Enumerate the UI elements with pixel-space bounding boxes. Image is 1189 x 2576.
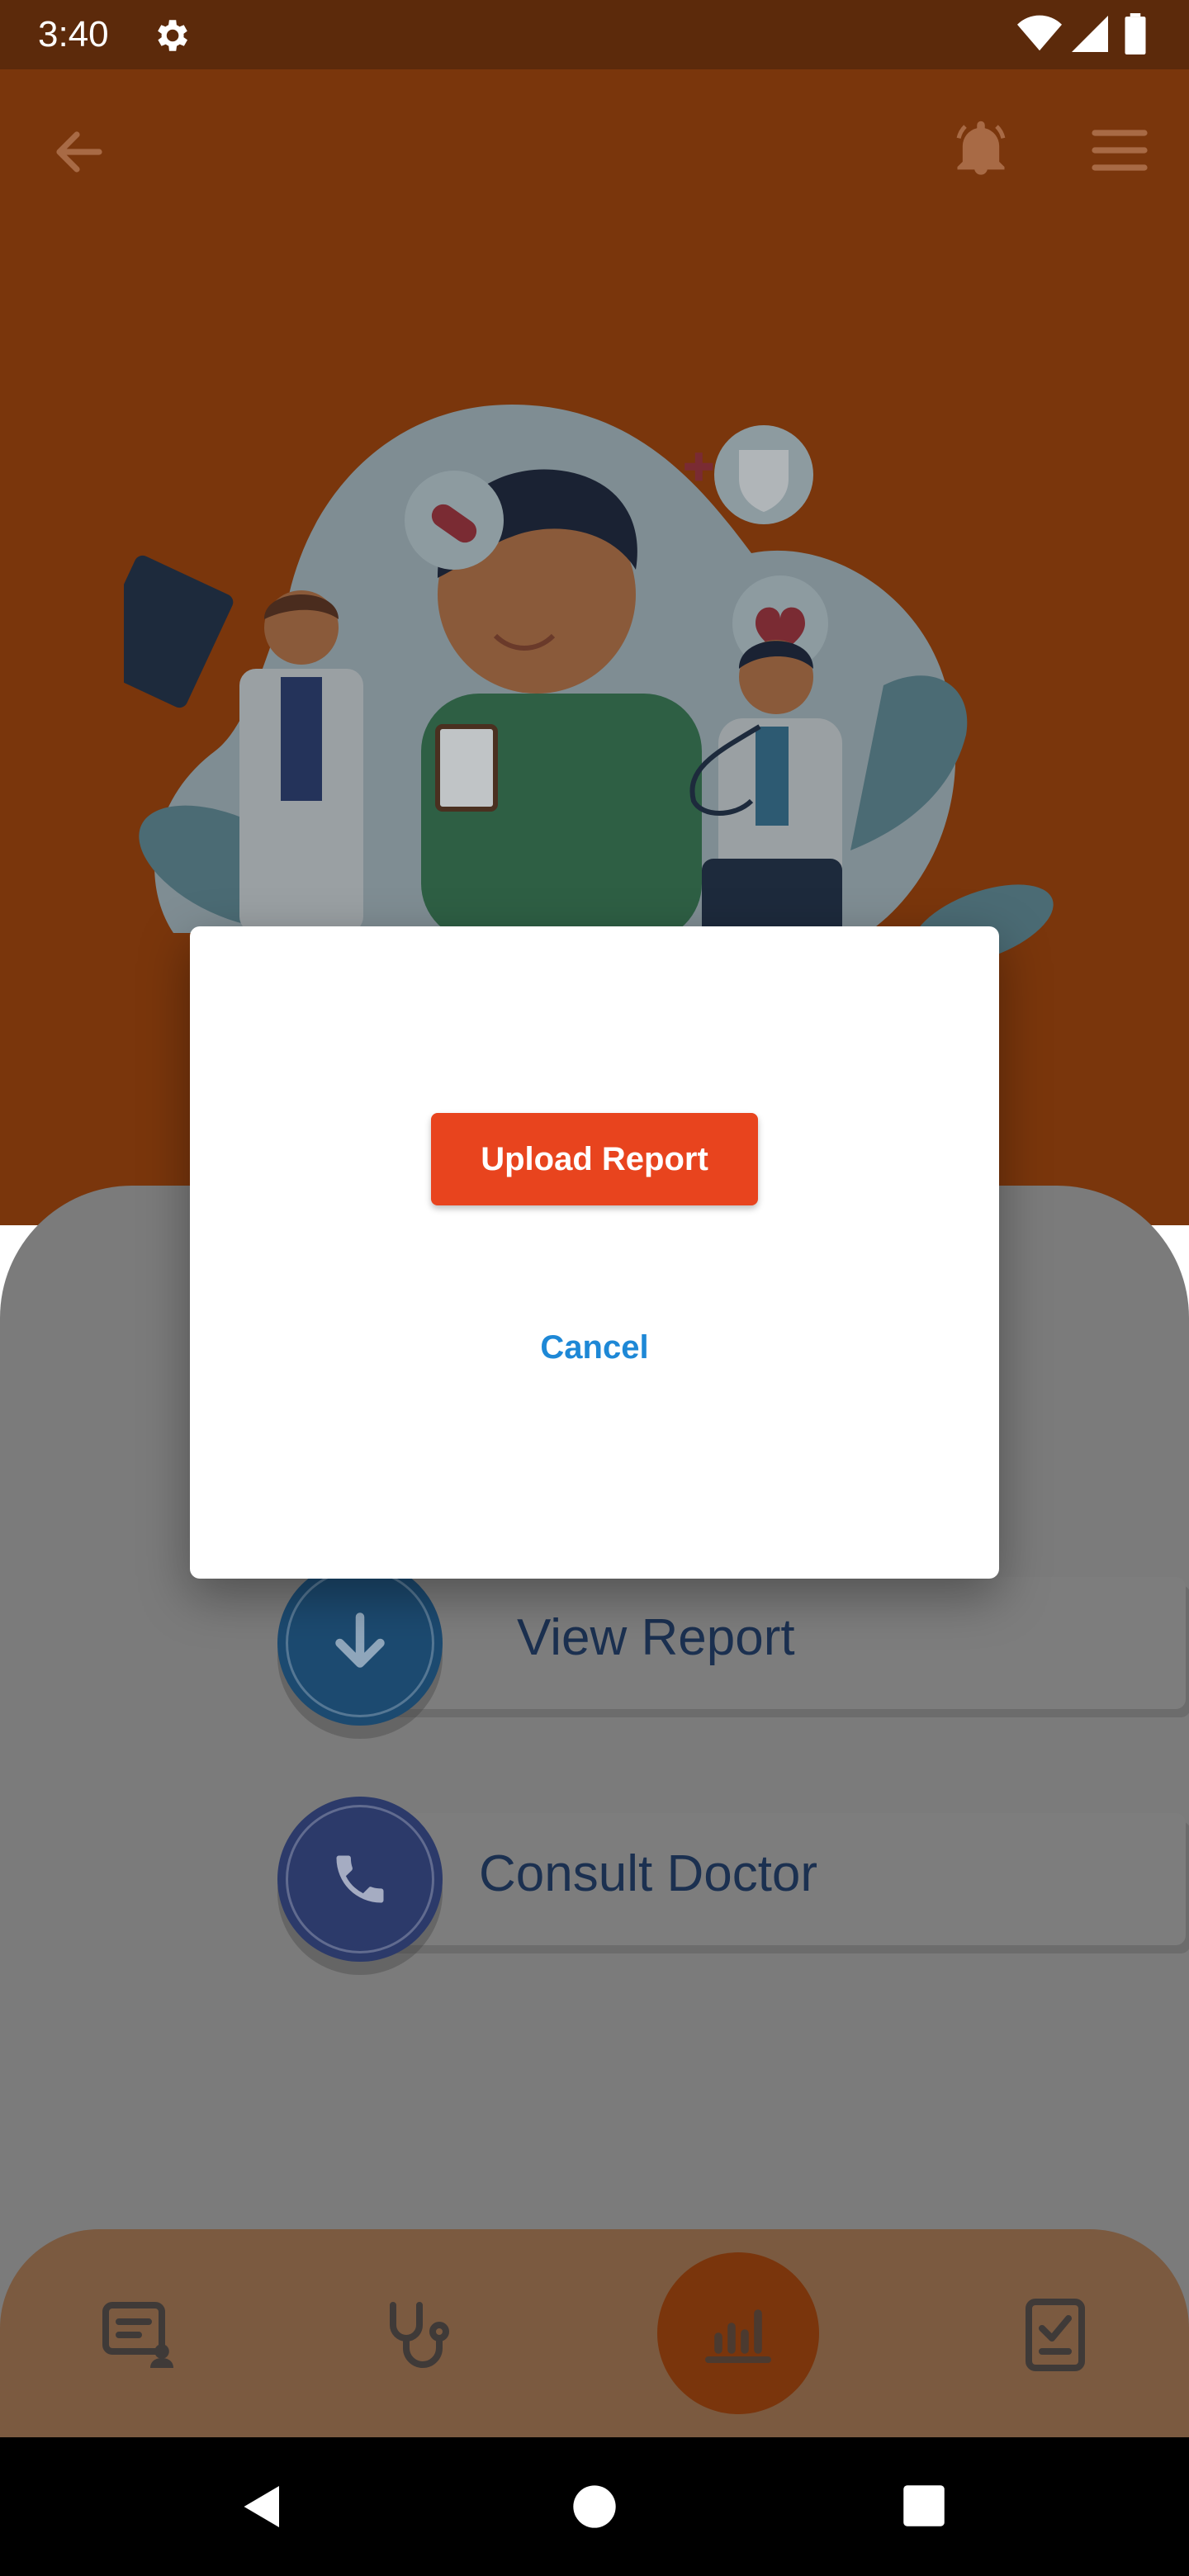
battery-icon — [1125, 13, 1146, 54]
system-navigation-bar — [0, 2437, 1189, 2576]
hamburger-menu-icon[interactable] — [1090, 124, 1149, 177]
wifi-icon — [1017, 15, 1062, 51]
notification-bell-icon[interactable] — [950, 117, 1012, 180]
bottom-navigation — [0, 2229, 1189, 2437]
home-circle-icon[interactable] — [571, 2484, 618, 2530]
stethoscope-icon[interactable] — [377, 2295, 456, 2375]
gear-icon — [158, 20, 187, 51]
upload-report-button[interactable]: Upload Report — [431, 1113, 758, 1205]
download-arrow-icon — [335, 1612, 385, 1668]
consult-doctor-circle — [277, 1797, 443, 1962]
back-arrow-icon[interactable] — [50, 122, 109, 182]
view-report-label: View Report — [517, 1609, 795, 1666]
back-triangle-icon[interactable] — [238, 2482, 287, 2531]
nav-reports-active[interactable] — [657, 2252, 819, 2414]
status-time: 3:40 — [38, 14, 109, 54]
consult-doctor-action[interactable]: Consult Doctor — [277, 1797, 1189, 1962]
consult-doctor-label: Consult Doctor — [479, 1845, 818, 1902]
view-report-circle — [277, 1560, 443, 1726]
recents-square-icon[interactable] — [902, 2484, 946, 2528]
view-report-action[interactable]: View Report — [277, 1560, 1189, 1726]
doctors-illustration — [124, 405, 1054, 965]
signal-icon — [1072, 16, 1108, 52]
checklist-icon[interactable] — [1016, 2295, 1095, 2375]
report-chart-icon — [705, 2309, 771, 2363]
phone-icon — [336, 1855, 384, 1903]
upload-dialog: Upload Report Cancel — [190, 926, 999, 1579]
cancel-button[interactable]: Cancel — [512, 1314, 677, 1380]
patient-record-icon[interactable] — [99, 2295, 178, 2375]
